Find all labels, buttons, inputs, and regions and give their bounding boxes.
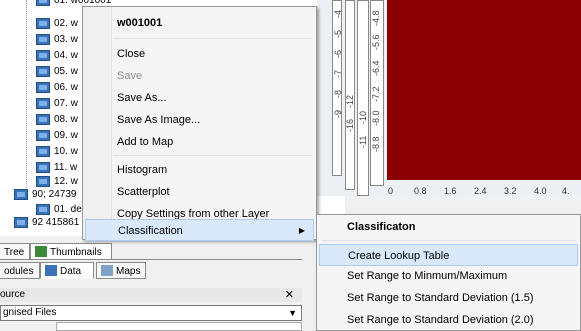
- y-tick-label: -11: [358, 135, 368, 148]
- submenu-arrow-icon: ▶: [298, 226, 305, 235]
- submenu-item-create-lookup-table[interactable]: Create Lookup Table: [319, 244, 578, 266]
- raster-plot-area[interactable]: [387, 0, 581, 180]
- menu-item-save-as[interactable]: Save As...: [111, 87, 316, 109]
- y-tick-label: -6.4: [371, 60, 381, 76]
- tree-item-label: 06. w: [54, 82, 78, 93]
- grid-layer-icon: [14, 189, 28, 200]
- classification-submenu: Classificaton Create Lookup Table Set Ra…: [316, 214, 581, 331]
- axis-strip-1: [332, 0, 342, 176]
- menu-item-classification-label: Classification: [118, 225, 183, 237]
- tab-thumbnails[interactable]: Thumbnails: [30, 243, 112, 260]
- maps-icon: [101, 265, 113, 276]
- menu-separator: [113, 38, 312, 39]
- tree-item-label: 08. w: [54, 114, 78, 125]
- x-tick-label: 4.: [562, 186, 570, 196]
- y-tick-label: -16: [345, 118, 355, 132]
- axis-strip-3: [357, 0, 369, 196]
- tree-item-label: 09. w: [54, 130, 78, 141]
- y-tick-label: -10: [358, 110, 368, 124]
- x-tick-label: 4.0: [534, 186, 547, 196]
- grid-layer-icon: [36, 34, 50, 45]
- grid-layer-icon: [36, 130, 50, 141]
- grid-layer-icon: [36, 18, 50, 29]
- close-icon[interactable]: ✕: [285, 288, 294, 302]
- menu-item-histogram[interactable]: Histogram: [111, 159, 316, 181]
- menu-separator: [113, 155, 312, 156]
- grid-layer-icon: [36, 162, 50, 173]
- source-list[interactable]: [56, 322, 302, 331]
- submenu-separator: [321, 240, 576, 241]
- tree-item-label: 10. w: [54, 146, 78, 157]
- submenu-item-range-stddev-2-0[interactable]: Set Range to Standard Deviation (2.0): [317, 309, 580, 331]
- submenu-header: Classificaton: [347, 221, 416, 233]
- tree-connector-line: [26, 0, 27, 190]
- y-tick-label: -5: [333, 29, 343, 38]
- source-combo[interactable]: gnised Files ▼: [0, 305, 302, 321]
- menu-item-scatterplot[interactable]: Scatterplot: [111, 181, 316, 203]
- tree-item-label: 11. w: [54, 162, 78, 173]
- tree-item-label: 92 415861: [32, 217, 80, 228]
- x-tick-label: 2.4: [474, 186, 487, 196]
- grid-layer-icon: [36, 204, 50, 215]
- y-tick-label: -12: [345, 94, 355, 108]
- tree-item-label: 12. w: [54, 176, 78, 187]
- menu-item-close[interactable]: Close: [111, 43, 316, 65]
- thumbnails-icon: [35, 246, 47, 257]
- x-tick-label: 0.8: [414, 186, 427, 196]
- grid-layer-icon: [36, 0, 50, 6]
- x-tick-label: 3.2: [504, 186, 517, 196]
- chevron-down-icon[interactable]: ▼: [288, 306, 297, 320]
- tree-item-label: 01. de: [54, 204, 82, 215]
- grid-layer-icon: [36, 50, 50, 61]
- source-panel-header: ource ✕: [0, 288, 302, 302]
- tree-item-label: 05. w: [54, 66, 78, 77]
- y-tick-label: -4.8: [371, 10, 381, 26]
- menu-item-add-to-map[interactable]: Add to Map: [111, 131, 316, 153]
- y-tick-label: -8.0: [371, 110, 381, 126]
- menu-header: w001001: [117, 17, 163, 29]
- grid-layer-icon: [14, 217, 28, 228]
- tree-item-label: 02. w: [54, 18, 78, 29]
- y-tick-label: -8.8: [371, 136, 381, 152]
- tree-item-label: 07. w: [54, 98, 78, 109]
- grid-layer-icon: [36, 66, 50, 77]
- tab-divider: [0, 259, 302, 260]
- grid-layer-icon: [36, 114, 50, 125]
- grid-layer-icon: [36, 176, 50, 187]
- tree-item-label: 04. w: [54, 50, 78, 61]
- menu-icon-strip: [83, 7, 112, 239]
- y-tick-label: -9: [333, 109, 343, 118]
- y-tick-label: -4: [333, 9, 343, 18]
- menu-item-classification[interactable]: Classification ▶: [85, 219, 314, 241]
- y-tick-label: -7: [333, 69, 343, 78]
- y-tick-label: -7.2: [371, 86, 381, 102]
- tab-maps[interactable]: Maps: [96, 262, 146, 279]
- context-menu: w001001 Close Save Save As... Save As Im…: [82, 6, 317, 241]
- x-tick-label: 0: [388, 186, 394, 196]
- x-tick-label: 1.6: [444, 186, 457, 196]
- source-combo-value: gnised Files: [3, 307, 57, 318]
- menu-item-save-as-image[interactable]: Save As Image...: [111, 109, 316, 131]
- submenu-item-range-min-max[interactable]: Set Range to Minmum/Maximum: [317, 265, 580, 287]
- tab-modules[interactable]: odules: [0, 262, 40, 279]
- y-tick-label: -8: [333, 89, 343, 98]
- tab-tree[interactable]: Tree: [0, 243, 30, 260]
- source-panel-title: ource: [0, 289, 26, 300]
- data-icon: [45, 265, 57, 276]
- tree-item-label: 03. w: [54, 34, 78, 45]
- y-tick-label: -6: [333, 49, 343, 58]
- grid-layer-icon: [36, 98, 50, 109]
- tab-data[interactable]: Data: [40, 262, 94, 279]
- grid-layer-icon: [36, 82, 50, 93]
- tree-item-label: 90; 24739: [32, 189, 77, 200]
- menu-item-save[interactable]: Save: [111, 65, 316, 87]
- grid-layer-icon: [36, 146, 50, 157]
- y-tick-label: -5.6: [371, 34, 381, 50]
- submenu-item-range-stddev-1-5[interactable]: Set Range to Standard Deviation (1.5): [317, 287, 580, 309]
